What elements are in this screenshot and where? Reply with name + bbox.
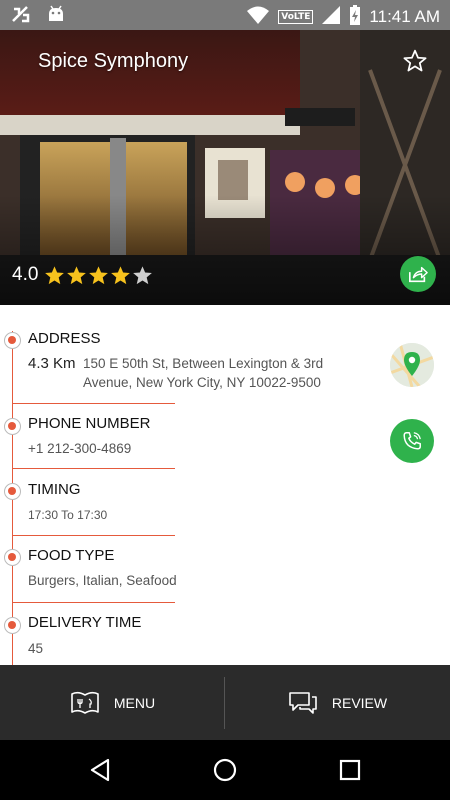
- address-label: ADDRESS: [28, 330, 101, 347]
- back-icon[interactable]: [88, 757, 112, 787]
- favorite-star-icon[interactable]: [402, 48, 428, 78]
- address-line-1: 150 E 50th St, Between Lexington & 3rd: [83, 356, 324, 371]
- wifi-icon: [246, 5, 270, 29]
- menu-book-icon: [71, 691, 99, 714]
- status-bar: VoLTE 11:41 AM: [0, 0, 450, 30]
- food-type-value: Burgers, Italian, Seafood: [28, 573, 177, 588]
- menu-button[interactable]: MENU: [0, 665, 225, 740]
- star-filled-icon: [111, 265, 131, 284]
- address-text: 150 E 50th St, Between Lexington & 3rd A…: [83, 354, 353, 392]
- rating-row: 4.0: [12, 264, 153, 286]
- share-button[interactable]: [400, 256, 436, 292]
- section-divider: [12, 535, 175, 536]
- timeline-dot: [4, 549, 21, 566]
- no-sim-icon: [10, 5, 32, 29]
- timeline-dot: [4, 483, 21, 500]
- star-filled-icon: [45, 265, 65, 284]
- star-filled-icon: [67, 265, 87, 284]
- section-divider: [12, 602, 175, 603]
- bottom-action-bar: MENU REVIEW: [0, 665, 450, 740]
- map-button[interactable]: [390, 343, 434, 387]
- menu-label: MENU: [113, 694, 156, 711]
- food-type-label: FOOD TYPE: [28, 547, 115, 564]
- map-pin-icon: [390, 343, 434, 387]
- restaurant-name: Spice Symphony: [38, 50, 189, 72]
- system-nav-bar: [0, 740, 450, 800]
- timeline-dot: [4, 332, 21, 349]
- call-button[interactable]: [390, 419, 434, 463]
- restaurant-details: ADDRESS 4.3 Km 150 E 50th St, Between Le…: [0, 305, 450, 665]
- signal-icon: [321, 5, 341, 29]
- star-filled-icon: [89, 265, 109, 284]
- battery-charging-icon: [349, 4, 361, 30]
- star-empty-icon: [133, 265, 153, 284]
- timing-label: TIMING: [28, 481, 81, 498]
- address-line-2: Avenue, New York City, NY 10022-9500: [83, 375, 321, 390]
- delivery-time-value: 45: [28, 641, 44, 656]
- rating-value: 4.0: [12, 264, 39, 285]
- bottom-divider: [224, 677, 225, 729]
- distance-value: 4.3 Km: [28, 355, 76, 372]
- share-icon: [409, 266, 428, 283]
- timeline-dot: [4, 418, 21, 435]
- section-divider: [12, 468, 175, 469]
- rating-stars: [44, 265, 153, 286]
- review-button[interactable]: REVIEW: [225, 665, 450, 740]
- review-label: REVIEW: [331, 694, 388, 711]
- recents-icon[interactable]: [338, 757, 362, 787]
- timeline-dot: [4, 617, 21, 634]
- volte-badge: VoLTE: [278, 10, 314, 24]
- phone-value[interactable]: +1 212-300-4869: [28, 441, 131, 456]
- review-chat-icon: [289, 691, 317, 714]
- phone-icon: [403, 432, 421, 450]
- restaurant-hero: Spice Symphony 4.0: [0, 30, 450, 305]
- section-divider: [12, 403, 175, 404]
- timing-value: 17:30 To 17:30: [28, 508, 108, 522]
- delivery-time-label: DELIVERY TIME: [28, 614, 142, 631]
- android-icon: [46, 5, 66, 29]
- phone-label: PHONE NUMBER: [28, 415, 151, 432]
- clock: 11:41 AM: [369, 7, 440, 26]
- home-icon[interactable]: [212, 757, 238, 787]
